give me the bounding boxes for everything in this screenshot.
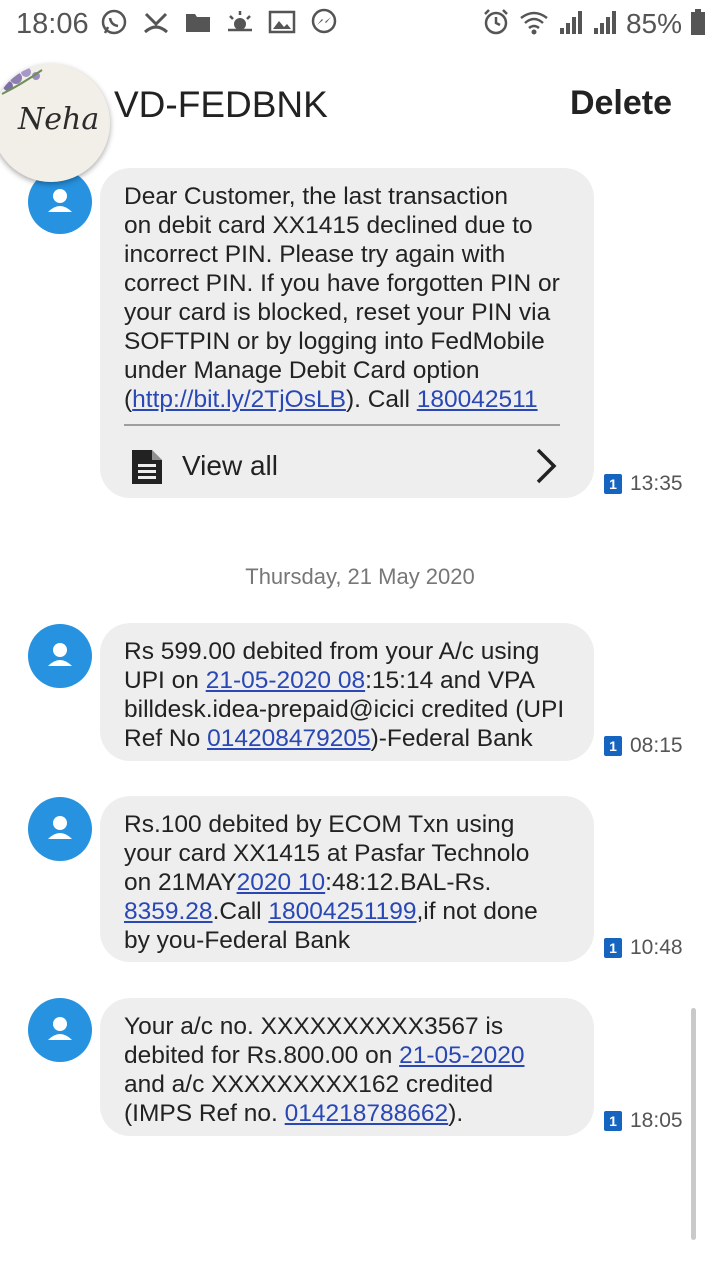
chevron-right-icon <box>536 448 557 484</box>
battery-level: 85% <box>625 8 682 39</box>
message-time: 08:15 <box>630 734 683 757</box>
message-text-segment: .Call <box>212 898 269 925</box>
notification-icons <box>100 8 338 40</box>
message-meta: 1 18:05 <box>604 1109 683 1133</box>
message-meta: 1 08:15 <box>604 734 683 758</box>
message-text: Dear Customer, the last transaction on d… <box>124 182 574 414</box>
message-link[interactable]: 21-05-2020 08 <box>206 667 365 694</box>
message-bubble[interactable]: Your a/c no. XXXXXXXXXX3567 is debited f… <box>100 998 594 1136</box>
status-time: 18:06 <box>16 8 89 40</box>
scrollbar[interactable] <box>691 1008 696 1240</box>
sim-badge: 1 <box>604 474 622 494</box>
message-text: Your a/c no. XXXXXXXXXX3567 is debited f… <box>124 1012 574 1128</box>
message-time: 10:48 <box>630 936 683 959</box>
gallery-icon <box>268 8 296 41</box>
message-link[interactable]: 2020 10 <box>237 869 326 896</box>
message-time: 18:05 <box>630 1109 683 1132</box>
message-link[interactable]: 014208479205 <box>207 725 371 752</box>
folder-icon <box>184 8 212 41</box>
contact-name: VD-FEDBNK <box>114 84 328 125</box>
date-separator: Thursday, 21 May 2020 <box>245 564 475 589</box>
conversation-header: Neha VD-FEDBNK Delete <box>0 50 720 182</box>
message-text: Rs.100 debited by ECOM Txn using your ca… <box>124 810 574 955</box>
status-bar: 18:06 85% <box>0 0 720 50</box>
sender-avatar[interactable] <box>28 797 92 861</box>
message-meta: 1 10:48 <box>604 936 683 960</box>
message-meta: 1 13:35 <box>604 472 683 496</box>
sim-badge: 1 <box>604 736 622 756</box>
sender-avatar[interactable] <box>28 998 92 1062</box>
sender-avatar[interactable] <box>28 624 92 688</box>
sim-badge: 1 <box>604 1111 622 1131</box>
weather-icon <box>226 8 254 41</box>
message-text-segment: :48:12.BAL-Rs. <box>325 869 492 896</box>
document-icon <box>132 450 162 484</box>
person-icon <box>48 816 72 839</box>
profile-avatar-text: Neha <box>18 102 100 137</box>
message-link[interactable]: 180042511 <box>417 386 538 413</box>
battery-icon <box>690 8 706 41</box>
person-icon <box>48 1017 72 1040</box>
message-text-segment: )-Federal Bank <box>370 725 533 752</box>
message-link[interactable]: http://bit.ly/2TjOsLB <box>132 386 346 413</box>
message-text: Rs 599.00 debited from your A/c using UP… <box>124 637 574 753</box>
message-text-segment: ). Call <box>345 386 417 413</box>
whatsapp-icon <box>100 8 128 41</box>
message-link[interactable]: 014218788662 <box>285 1100 449 1127</box>
message-link[interactable]: 18004251199 <box>268 898 416 925</box>
signal-icon <box>592 8 618 41</box>
messenger-icon <box>310 8 338 41</box>
view-all-label: View all <box>182 450 278 481</box>
system-icons: 85% <box>482 8 706 40</box>
person-icon <box>48 643 72 666</box>
message-bubble[interactable]: Rs.100 debited by ECOM Txn using your ca… <box>100 796 594 962</box>
alarm-icon <box>482 8 510 41</box>
message-time: 13:35 <box>630 472 683 495</box>
message-text-segment: ). <box>448 1100 464 1127</box>
profile-avatar[interactable]: Neha <box>0 64 110 182</box>
message-text-segment: Dear Customer, the last transaction on d… <box>124 183 560 413</box>
missed-call-icon <box>142 8 170 41</box>
message-link[interactable]: 8359.28 <box>124 898 213 925</box>
message-bubble[interactable]: Rs 599.00 debited from your A/c using UP… <box>100 623 594 761</box>
message-bubble[interactable]: Dear Customer, the last transaction on d… <box>100 168 594 498</box>
wifi-icon <box>518 8 550 41</box>
delete-button[interactable]: Delete <box>570 84 672 123</box>
sim-badge: 1 <box>604 938 622 958</box>
signal-icon <box>558 8 584 41</box>
view-all-button[interactable]: View all <box>124 424 560 506</box>
message-link[interactable]: 21-05-2020 <box>399 1042 524 1069</box>
